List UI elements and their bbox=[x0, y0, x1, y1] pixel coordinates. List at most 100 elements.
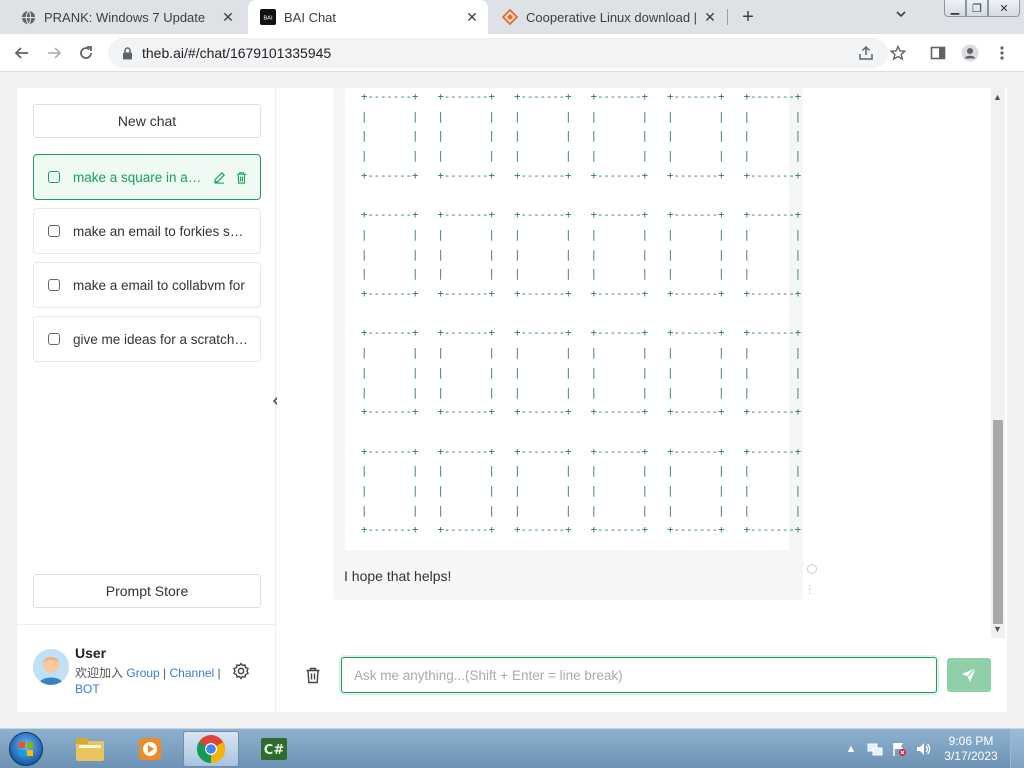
edit-icon[interactable] bbox=[210, 168, 228, 186]
chat-item[interactable]: make a email to collabvm for bbox=[33, 262, 261, 308]
bot-link[interactable]: BOT bbox=[75, 682, 100, 696]
address-bar[interactable]: theb.ai/#/chat/1679101335945 bbox=[108, 38, 888, 68]
chat-input-bar bbox=[277, 638, 1007, 712]
link-separator: | bbox=[214, 666, 221, 680]
browser-toolbar: theb.ai/#/chat/1679101335945 bbox=[0, 34, 1024, 72]
tab-title: Cooperative Linux download | So bbox=[526, 9, 700, 25]
message-more-icon[interactable]: · · · bbox=[808, 581, 811, 599]
media-player-icon bbox=[139, 738, 161, 760]
back-button[interactable] bbox=[10, 41, 34, 65]
chat-bubble-icon bbox=[48, 225, 60, 237]
tab-title: BAI Chat bbox=[284, 9, 337, 25]
chat-item-label: make an email to forkies saying bbox=[73, 223, 249, 239]
new-chat-button[interactable]: New chat bbox=[33, 104, 261, 138]
chat-item[interactable]: make an email to forkies saying bbox=[33, 208, 261, 254]
side-panel-icon[interactable] bbox=[928, 43, 948, 63]
chat-item-label: make a square in ascii bbox=[73, 169, 206, 185]
start-button[interactable] bbox=[6, 731, 46, 767]
close-window-button[interactable]: ✕ bbox=[988, 0, 1020, 17]
prompt-store-button[interactable]: Prompt Store bbox=[33, 574, 261, 608]
scrollbar-thumb[interactable] bbox=[993, 420, 1003, 624]
chat-messages: +-------+ +-------+ +-------+ +-------+ … bbox=[277, 88, 1007, 638]
bai-logo-icon: BAI bbox=[260, 9, 276, 25]
avatar[interactable] bbox=[33, 649, 69, 685]
user-name: User bbox=[75, 645, 107, 661]
window-controls: ▁ ❐ ✕ bbox=[944, 0, 1020, 18]
profile-icon[interactable] bbox=[960, 43, 980, 63]
taskbar-explorer[interactable] bbox=[62, 731, 118, 767]
reload-button[interactable] bbox=[74, 41, 98, 65]
ascii-art-output: +-------+ +-------+ +-------+ +-------+ … bbox=[361, 91, 802, 537]
reload-icon bbox=[80, 46, 92, 59]
chat-bubble-icon bbox=[48, 333, 60, 345]
volume-icon[interactable] bbox=[914, 740, 932, 758]
close-icon[interactable]: ✕ bbox=[218, 7, 238, 27]
send-button[interactable] bbox=[947, 658, 991, 692]
taskbar-csharp-editor[interactable]: C# bbox=[246, 731, 302, 767]
chat-item-label: make a email to collabvm for bbox=[73, 277, 245, 293]
chat-item-label: give me ideas for a scratch game bbox=[73, 331, 249, 347]
clock-time: 9:06 PM bbox=[948, 734, 994, 748]
bookmark-star-icon[interactable] bbox=[888, 43, 908, 63]
arrow-right-icon bbox=[48, 47, 62, 59]
delete-icon[interactable] bbox=[232, 168, 250, 186]
tab-title: PRANK: Windows 7 Update bbox=[44, 9, 206, 25]
globe-icon bbox=[20, 9, 36, 25]
chat-bubble-icon bbox=[48, 279, 60, 291]
sidebar: New chat make a square in ascii make an … bbox=[17, 88, 276, 712]
tab-search-chevron-icon[interactable] bbox=[895, 8, 907, 23]
channel-link[interactable]: Channel bbox=[170, 666, 215, 680]
folder-icon bbox=[76, 738, 104, 761]
windows-taskbar: C# ▲ 9:06 PM 3/17/2023 bbox=[0, 728, 1024, 768]
taskbar-media-player[interactable] bbox=[122, 731, 178, 767]
chat-input[interactable] bbox=[341, 657, 937, 693]
scroll-down-arrow-icon[interactable]: ▼ bbox=[993, 624, 1002, 634]
tab-bai-chat[interactable]: BAI BAI Chat ✕ bbox=[248, 0, 488, 34]
tab-cooperative-linux[interactable]: Cooperative Linux download | So ✕ bbox=[490, 0, 726, 34]
community-links: 欢迎加入 Group | Channel | BOT bbox=[75, 665, 225, 697]
chat-item-active[interactable]: make a square in ascii bbox=[33, 154, 261, 200]
browser-menu-icon[interactable] bbox=[992, 43, 1012, 63]
taskbar-chrome[interactable] bbox=[183, 731, 239, 767]
show-desktop-button[interactable] bbox=[1010, 729, 1024, 768]
close-icon[interactable]: ✕ bbox=[462, 7, 482, 27]
bai-logo-text: BAI bbox=[263, 16, 273, 22]
clear-chat-trash-icon[interactable] bbox=[303, 664, 323, 686]
sourceforge-icon bbox=[502, 9, 518, 25]
tray-expand-arrow-icon[interactable]: ▲ bbox=[842, 740, 860, 758]
message-status-icon bbox=[807, 564, 817, 574]
url-text: theb.ai/#/chat/1679101335945 bbox=[142, 45, 332, 61]
action-center-flag-icon[interactable] bbox=[890, 740, 908, 758]
chat-item[interactable]: give me ideas for a scratch game bbox=[33, 316, 261, 362]
bai-chat-app: New chat make a square in ascii make an … bbox=[17, 88, 1007, 712]
windows-logo-icon bbox=[9, 732, 43, 766]
tab-prank-windows-update[interactable]: PRANK: Windows 7 Update ✕ bbox=[8, 0, 244, 34]
scrollbar[interactable]: ▲ ▼ bbox=[991, 88, 1005, 638]
link-separator: | bbox=[159, 666, 170, 680]
user-panel: User 欢迎加入 Group | Channel | BOT bbox=[17, 624, 276, 712]
new-tab-button[interactable]: + bbox=[736, 5, 760, 29]
csharp-icon: C# bbox=[261, 738, 287, 760]
clock-date: 3/17/2023 bbox=[944, 749, 998, 763]
group-link[interactable]: Group bbox=[126, 666, 159, 680]
system-tray: ▲ bbox=[842, 731, 938, 767]
gear-icon[interactable] bbox=[231, 661, 251, 681]
page-content: New chat make a square in ascii make an … bbox=[0, 72, 1024, 728]
close-icon[interactable]: ✕ bbox=[700, 7, 720, 27]
lock-icon[interactable] bbox=[120, 46, 134, 60]
maximize-button[interactable]: ❐ bbox=[966, 0, 988, 17]
browser-tab-strip: PRANK: Windows 7 Update ✕ BAI BAI Chat ✕… bbox=[0, 0, 1024, 34]
join-text: 欢迎加入 bbox=[75, 666, 124, 680]
network-icon[interactable] bbox=[866, 740, 884, 758]
tab-separator bbox=[727, 9, 728, 25]
share-icon[interactable] bbox=[856, 43, 876, 63]
message-text: I hope that helps! bbox=[344, 568, 452, 584]
chrome-icon bbox=[197, 735, 225, 763]
taskbar-clock[interactable]: 9:06 PM 3/17/2023 bbox=[940, 734, 1002, 764]
svg-text:C#: C# bbox=[264, 743, 285, 758]
arrow-left-icon bbox=[14, 47, 28, 59]
scroll-up-arrow-icon[interactable]: ▲ bbox=[993, 92, 1002, 102]
minimize-button[interactable]: ▁ bbox=[944, 0, 966, 17]
forward-button[interactable] bbox=[42, 41, 66, 65]
send-icon bbox=[962, 667, 977, 682]
